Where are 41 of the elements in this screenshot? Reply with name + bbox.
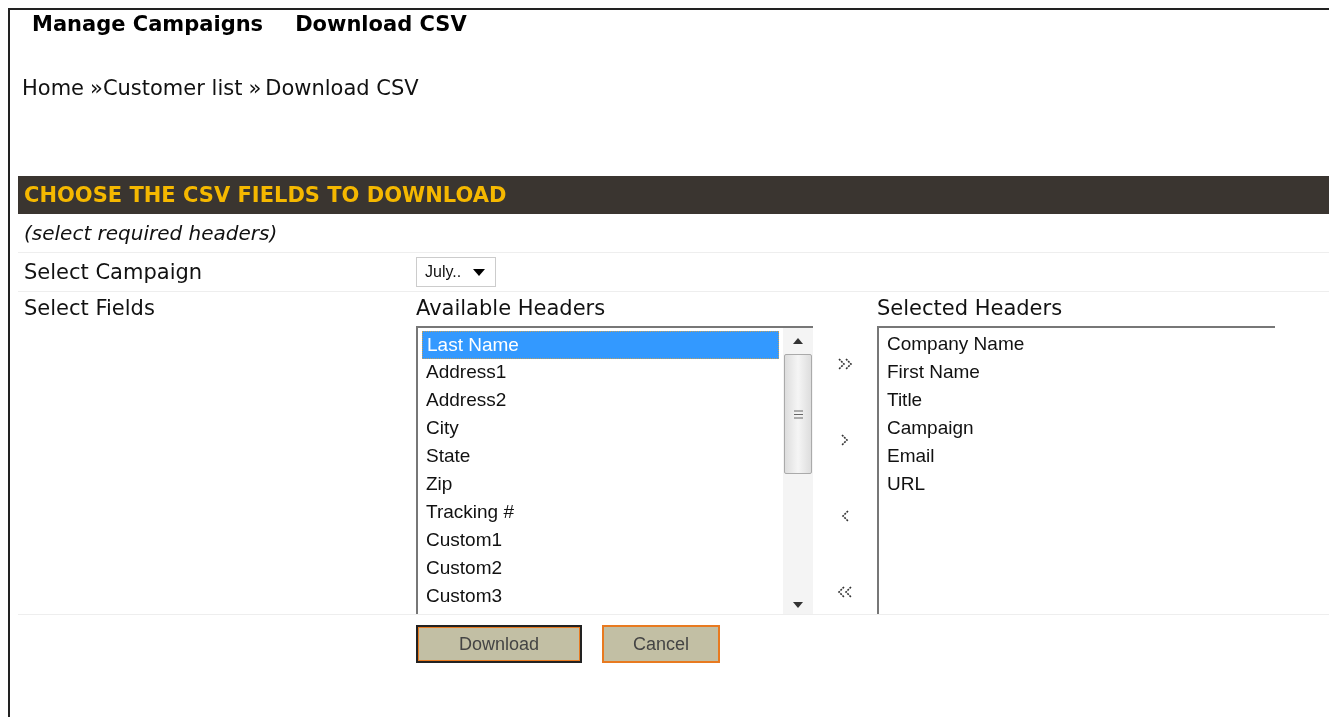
list-option[interactable]: Title: [883, 387, 1271, 415]
breadcrumb-link[interactable]: Home: [22, 76, 84, 100]
scrollbar-thumb[interactable]: [784, 354, 812, 474]
scroll-up-icon: [793, 338, 803, 344]
list-option[interactable]: First Name: [883, 359, 1271, 387]
breadcrumb-separator: »: [90, 76, 103, 100]
list-option[interactable]: Email: [883, 443, 1271, 471]
breadcrumb-link[interactable]: Customer list: [102, 76, 243, 100]
menu-link[interactable]: Manage Campaigns: [32, 12, 264, 36]
grip-icon: [793, 409, 803, 419]
field-label: Select Campaign: [23, 260, 204, 284]
cancel-button[interactable]: Cancel: [602, 625, 720, 663]
caret-icon: [473, 268, 486, 276]
section-header: CHOOSE THE CSV FIELDS TO DOWNLOAD: [18, 176, 1329, 214]
double-chevron-right-icon[interactable]: [837, 356, 853, 372]
breadcrumb-separator: »: [248, 76, 262, 100]
hint-text: (select required headers): [23, 220, 279, 247]
list-option[interactable]: Tracking #: [422, 499, 779, 527]
scrollbar[interactable]: [783, 328, 813, 614]
download-button[interactable]: Download: [416, 625, 582, 663]
list-heading: Selected Headers: [877, 296, 1064, 322]
list-option[interactable]: Custom2: [422, 555, 779, 583]
list-option[interactable]: Campaign: [883, 415, 1271, 443]
field-label: Select Fields: [23, 296, 156, 320]
breadcrumb-current: Download CSV: [265, 76, 419, 100]
list-option[interactable]: Address1: [422, 359, 779, 387]
list-heading: Available Headers: [416, 296, 607, 322]
list-option[interactable]: Custom3: [422, 583, 779, 611]
campaign-dropdown[interactable]: July..: [416, 257, 497, 287]
list-option[interactable]: Company Name: [883, 331, 1271, 359]
list-option[interactable]: City: [422, 415, 779, 443]
double-chevron-left-icon[interactable]: [837, 584, 853, 600]
menu-link[interactable]: Download CSV: [295, 12, 467, 36]
scroll-down-icon: [793, 602, 803, 608]
list-option[interactable]: Address2: [422, 387, 779, 415]
list-option[interactable]: State: [422, 443, 779, 471]
header-listbox[interactable]: Last Name Address1 Address2 City State Zip Tracking # Custom1 Custom2 Custom3: [416, 326, 813, 614]
header-listbox[interactable]: Company Name First Name Title Campaign Email URL: [877, 326, 1275, 614]
list-option[interactable]: URL: [883, 471, 1271, 499]
list-option[interactable]: Custom1: [422, 527, 779, 555]
list-option[interactable]: Zip: [422, 471, 779, 499]
